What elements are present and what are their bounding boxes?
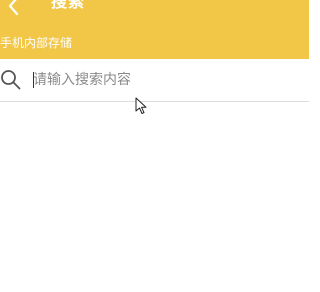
search-icon: [1, 70, 21, 90]
app-header: 搜索 手机内部存储: [0, 0, 309, 59]
search-bar: [0, 59, 309, 102]
mouse-pointer-icon: [135, 97, 147, 114]
back-chevron-icon: [8, 0, 19, 16]
page-title: 搜索: [51, 0, 86, 11]
storage-location-label: 手机内部存储: [0, 36, 73, 50]
text-caret: [33, 72, 34, 88]
back-button[interactable]: [2, 0, 26, 18]
search-input[interactable]: [33, 67, 293, 93]
